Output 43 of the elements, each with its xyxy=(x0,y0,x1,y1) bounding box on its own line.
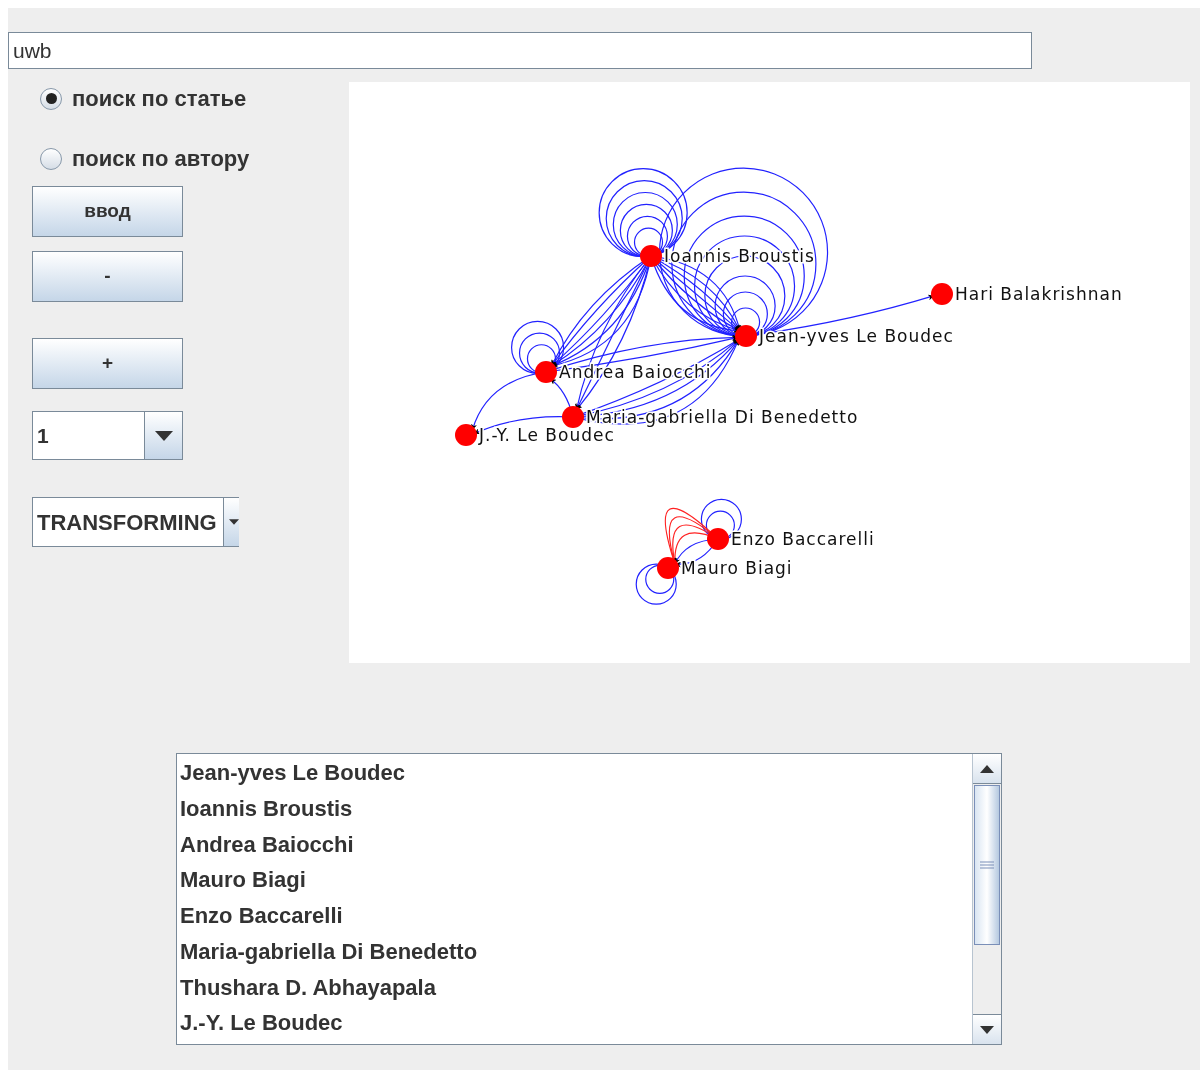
list-item[interactable]: Enzo Baccarelli xyxy=(180,901,972,937)
radio-label[interactable]: поиск по автору xyxy=(72,142,250,175)
graph-node[interactable] xyxy=(535,361,557,383)
graph-node[interactable] xyxy=(657,557,679,579)
list-item[interactable]: Ioannis Broustis xyxy=(180,793,972,830)
list-item[interactable]: Andrea Baiocchi xyxy=(180,829,972,866)
graph-node[interactable] xyxy=(562,406,584,428)
list-item[interactable]: Maria-gabriella Di Benedetto xyxy=(180,936,972,973)
node-label: J.-Y. Le Boudec xyxy=(479,425,615,445)
list-item[interactable]: Jean-yves Le Boudec xyxy=(180,758,972,794)
search-field[interactable]: uwb xyxy=(8,32,1032,69)
caret-down-icon xyxy=(229,518,239,526)
node-label: Enzo Baccarelli xyxy=(731,529,875,549)
grip-icon xyxy=(980,861,994,869)
push-button[interactable]: - xyxy=(32,251,183,302)
depth-combo[interactable]: 1 xyxy=(32,411,183,460)
loop-edge xyxy=(645,564,675,594)
scroll-down-button[interactable] xyxy=(973,1014,1001,1044)
loop-edge xyxy=(635,563,677,605)
scroll-thumb[interactable] xyxy=(974,785,1000,945)
push-button[interactable]: ввод xyxy=(32,186,183,237)
list-item[interactable]: J.-Y. Le Boudec xyxy=(180,1008,972,1044)
graph-node[interactable] xyxy=(707,528,729,550)
node-label: Hari Balakrishnan xyxy=(955,284,1123,304)
graph-node[interactable] xyxy=(931,283,953,305)
mode-combo[interactable]: TRANSFORMING xyxy=(32,497,239,547)
scrollbar[interactable] xyxy=(972,754,1001,1044)
loop-edge xyxy=(518,332,561,374)
radio-label[interactable]: поиск по статье xyxy=(72,82,247,115)
scroll-up-button[interactable] xyxy=(973,754,1001,784)
caret-down-icon xyxy=(980,1025,994,1034)
radio-button[interactable] xyxy=(40,147,62,170)
graph-node[interactable] xyxy=(640,245,662,267)
radio-button[interactable] xyxy=(40,87,62,110)
list-item[interactable]: Mauro Biagi xyxy=(180,865,972,901)
push-button[interactable]: + xyxy=(32,338,183,389)
list-item[interactable]: Thushara D. Abhayapala xyxy=(180,972,972,1009)
node-label: Mauro Biagi xyxy=(681,558,793,578)
caret-down-icon xyxy=(154,430,173,441)
node-label: Jean-yves Le Boudec xyxy=(759,326,954,346)
caret-up-icon xyxy=(980,764,994,773)
graph-node[interactable] xyxy=(735,325,757,347)
graph-node[interactable] xyxy=(455,424,477,446)
